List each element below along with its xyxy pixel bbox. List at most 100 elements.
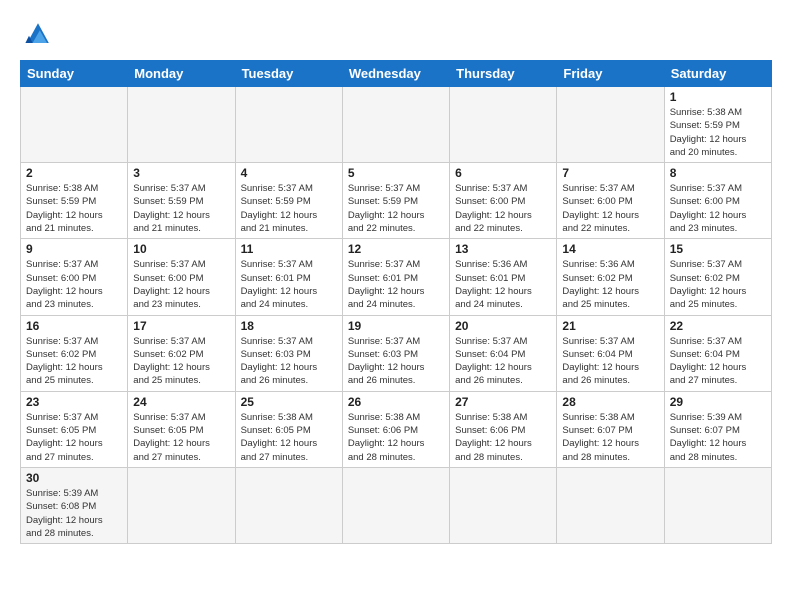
calendar-cell: 20 Sunrise: 5:37 AM Sunset: 6:04 PM Dayli…	[450, 315, 557, 391]
day-number: 10	[133, 242, 229, 256]
day-info: Sunrise: 5:37 AM Sunset: 6:01 PM Dayligh…	[348, 258, 444, 311]
day-info: Sunrise: 5:38 AM Sunset: 6:07 PM Dayligh…	[562, 411, 658, 464]
day-number: 13	[455, 242, 551, 256]
day-info: Sunrise: 5:39 AM Sunset: 6:08 PM Dayligh…	[26, 487, 122, 540]
day-info: Sunrise: 5:38 AM Sunset: 5:59 PM Dayligh…	[670, 106, 766, 159]
calendar-cell	[128, 87, 235, 163]
calendar-cell: 18Sunrise: 5:37 AM Sunset: 6:03 PM Dayli…	[235, 315, 342, 391]
calendar-cell	[342, 467, 449, 543]
calendar-cell	[557, 87, 664, 163]
calendar-cell	[128, 467, 235, 543]
day-info: Sunrise: 5:36 AM Sunset: 6:02 PM Dayligh…	[562, 258, 658, 311]
calendar-week-5: 30 Sunrise: 5:39 AM Sunset: 6:08 PM Dayli…	[21, 467, 772, 543]
day-info: Sunrise: 5:37 AM Sunset: 6:04 PM Dayligh…	[455, 335, 551, 388]
calendar-header-sunday: Sunday	[21, 61, 128, 87]
day-number: 30	[26, 471, 122, 485]
calendar-cell: 24Sunrise: 5:37 AM Sunset: 6:05 PM Dayli…	[128, 391, 235, 467]
calendar-header-row: SundayMondayTuesdayWednesdayThursdayFrid…	[21, 61, 772, 87]
calendar-cell: 12 Sunrise: 5:37 AM Sunset: 6:01 PM Dayli…	[342, 239, 449, 315]
calendar-header-wednesday: Wednesday	[342, 61, 449, 87]
day-number: 27	[455, 395, 551, 409]
day-info: Sunrise: 5:38 AM Sunset: 6:06 PM Dayligh…	[455, 411, 551, 464]
day-number: 3	[133, 166, 229, 180]
day-number: 20	[455, 319, 551, 333]
day-info: Sunrise: 5:37 AM Sunset: 6:02 PM Dayligh…	[133, 335, 229, 388]
calendar-cell: 25Sunrise: 5:38 AM Sunset: 6:05 PM Dayli…	[235, 391, 342, 467]
calendar-cell: 8 Sunrise: 5:37 AM Sunset: 6:00 PM Daylig…	[664, 163, 771, 239]
day-number: 25	[241, 395, 337, 409]
day-number: 9	[26, 242, 122, 256]
day-number: 26	[348, 395, 444, 409]
day-number: 15	[670, 242, 766, 256]
day-info: Sunrise: 5:37 AM Sunset: 6:00 PM Dayligh…	[455, 182, 551, 235]
day-number: 1	[670, 90, 766, 104]
calendar-cell: 22 Sunrise: 5:37 AM Sunset: 6:04 PM Dayli…	[664, 315, 771, 391]
calendar-cell: 11 Sunrise: 5:37 AM Sunset: 6:01 PM Dayli…	[235, 239, 342, 315]
day-number: 5	[348, 166, 444, 180]
calendar-header-thursday: Thursday	[450, 61, 557, 87]
calendar-cell: 27 Sunrise: 5:38 AM Sunset: 6:06 PM Dayli…	[450, 391, 557, 467]
day-info: Sunrise: 5:37 AM Sunset: 6:00 PM Dayligh…	[26, 258, 122, 311]
day-info: Sunrise: 5:37 AM Sunset: 6:02 PM Dayligh…	[670, 258, 766, 311]
day-info: Sunrise: 5:37 AM Sunset: 6:03 PM Dayligh…	[241, 335, 337, 388]
day-number: 21	[562, 319, 658, 333]
day-number: 19	[348, 319, 444, 333]
header	[20, 16, 772, 52]
day-number: 16	[26, 319, 122, 333]
day-number: 6	[455, 166, 551, 180]
day-info: Sunrise: 5:37 AM Sunset: 6:02 PM Dayligh…	[26, 335, 122, 388]
calendar-week-2: 9 Sunrise: 5:37 AM Sunset: 6:00 PM Daylig…	[21, 239, 772, 315]
calendar-cell: 15 Sunrise: 5:37 AM Sunset: 6:02 PM Dayli…	[664, 239, 771, 315]
day-info: Sunrise: 5:37 AM Sunset: 6:04 PM Dayligh…	[670, 335, 766, 388]
page: SundayMondayTuesdayWednesdayThursdayFrid…	[0, 0, 792, 612]
day-number: 24	[133, 395, 229, 409]
calendar-cell: 28 Sunrise: 5:38 AM Sunset: 6:07 PM Dayli…	[557, 391, 664, 467]
calendar-cell: 10 Sunrise: 5:37 AM Sunset: 6:00 PM Dayli…	[128, 239, 235, 315]
day-info: Sunrise: 5:37 AM Sunset: 5:59 PM Dayligh…	[348, 182, 444, 235]
calendar-cell: 4Sunrise: 5:37 AM Sunset: 5:59 PM Daylig…	[235, 163, 342, 239]
calendar-cell	[664, 467, 771, 543]
calendar-cell	[21, 87, 128, 163]
day-number: 23	[26, 395, 122, 409]
day-info: Sunrise: 5:37 AM Sunset: 6:00 PM Dayligh…	[133, 258, 229, 311]
calendar-cell: 23 Sunrise: 5:37 AM Sunset: 6:05 PM Dayli…	[21, 391, 128, 467]
calendar: SundayMondayTuesdayWednesdayThursdayFrid…	[20, 60, 772, 544]
calendar-cell: 7Sunrise: 5:37 AM Sunset: 6:00 PM Daylig…	[557, 163, 664, 239]
day-info: Sunrise: 5:37 AM Sunset: 6:00 PM Dayligh…	[670, 182, 766, 235]
calendar-week-0: 1 Sunrise: 5:38 AM Sunset: 5:59 PM Daylig…	[21, 87, 772, 163]
day-number: 12	[348, 242, 444, 256]
calendar-cell	[450, 87, 557, 163]
day-info: Sunrise: 5:37 AM Sunset: 6:05 PM Dayligh…	[26, 411, 122, 464]
day-info: Sunrise: 5:37 AM Sunset: 6:04 PM Dayligh…	[562, 335, 658, 388]
day-number: 28	[562, 395, 658, 409]
calendar-week-1: 2 Sunrise: 5:38 AM Sunset: 5:59 PM Daylig…	[21, 163, 772, 239]
day-number: 8	[670, 166, 766, 180]
calendar-cell: 6 Sunrise: 5:37 AM Sunset: 6:00 PM Daylig…	[450, 163, 557, 239]
calendar-cell: 3 Sunrise: 5:37 AM Sunset: 5:59 PM Daylig…	[128, 163, 235, 239]
day-info: Sunrise: 5:36 AM Sunset: 6:01 PM Dayligh…	[455, 258, 551, 311]
calendar-cell	[450, 467, 557, 543]
day-info: Sunrise: 5:37 AM Sunset: 6:01 PM Dayligh…	[241, 258, 337, 311]
calendar-header-tuesday: Tuesday	[235, 61, 342, 87]
calendar-cell: 1 Sunrise: 5:38 AM Sunset: 5:59 PM Daylig…	[664, 87, 771, 163]
day-number: 22	[670, 319, 766, 333]
calendar-cell: 17 Sunrise: 5:37 AM Sunset: 6:02 PM Dayli…	[128, 315, 235, 391]
day-info: Sunrise: 5:39 AM Sunset: 6:07 PM Dayligh…	[670, 411, 766, 464]
day-number: 2	[26, 166, 122, 180]
day-number: 17	[133, 319, 229, 333]
calendar-cell: 13 Sunrise: 5:36 AM Sunset: 6:01 PM Dayli…	[450, 239, 557, 315]
day-number: 11	[241, 242, 337, 256]
calendar-cell: 14Sunrise: 5:36 AM Sunset: 6:02 PM Dayli…	[557, 239, 664, 315]
calendar-week-3: 16 Sunrise: 5:37 AM Sunset: 6:02 PM Dayli…	[21, 315, 772, 391]
day-info: Sunrise: 5:37 AM Sunset: 6:00 PM Dayligh…	[562, 182, 658, 235]
calendar-header-monday: Monday	[128, 61, 235, 87]
logo	[20, 16, 62, 52]
day-info: Sunrise: 5:38 AM Sunset: 5:59 PM Dayligh…	[26, 182, 122, 235]
calendar-cell: 2 Sunrise: 5:38 AM Sunset: 5:59 PM Daylig…	[21, 163, 128, 239]
calendar-cell: 9 Sunrise: 5:37 AM Sunset: 6:00 PM Daylig…	[21, 239, 128, 315]
day-number: 29	[670, 395, 766, 409]
calendar-cell: 5 Sunrise: 5:37 AM Sunset: 5:59 PM Daylig…	[342, 163, 449, 239]
day-info: Sunrise: 5:37 AM Sunset: 6:03 PM Dayligh…	[348, 335, 444, 388]
day-info: Sunrise: 5:37 AM Sunset: 5:59 PM Dayligh…	[133, 182, 229, 235]
day-info: Sunrise: 5:37 AM Sunset: 5:59 PM Dayligh…	[241, 182, 337, 235]
